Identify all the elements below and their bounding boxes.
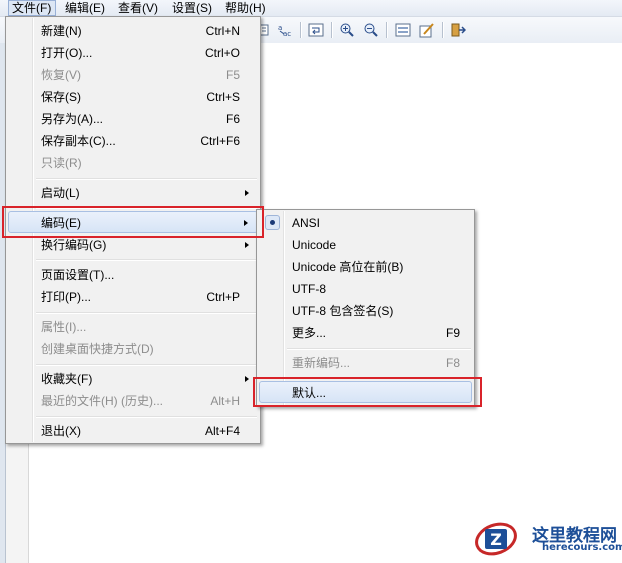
menu-item-label: 收藏夹(F) [41,372,93,386]
radio-checked-icon [265,215,280,230]
menu-item-label: 新建(N) [41,24,82,38]
menu-item-label: 页面设置(T)... [41,268,115,282]
menu-item-label: UTF-8 包含签名(S) [292,304,394,318]
menu-item-label: UTF-8 [292,282,326,296]
menu-item-label: 退出(X) [41,424,81,438]
menu-item-label: 打印(P)... [41,290,91,304]
menu-item-shortcut: Ctrl+P [206,290,240,304]
menu-item-open[interactable]: 打开(O)... Ctrl+O [8,42,258,64]
menu-item-label: 保存副本(C)... [41,134,116,148]
menu-item-label: 打开(O)... [41,46,93,60]
menu-separator [36,259,257,261]
submenu-arrow-icon [245,242,249,248]
menu-separator [36,312,257,314]
menu-item-label: 另存为(A)... [41,112,103,126]
submenu-arrow-icon [245,190,249,196]
toolbar-separator [386,22,388,38]
menu-item-unicode[interactable]: Unicode [259,234,472,256]
menu-item-unicode-be[interactable]: Unicode 高位在前(B) [259,256,472,278]
menu-item-shortcut: F9 [445,326,460,340]
word-wrap-icon[interactable] [307,21,325,39]
menu-item-label: 属性(I)... [41,320,87,334]
menu-item-utf8-bom[interactable]: UTF-8 包含签名(S) [259,300,472,322]
menu-item-properties: 属性(I)... [8,316,258,338]
watermark: Z 这里教程网 herecours.com [474,517,622,563]
menu-item-label: 恢复(V) [41,68,81,82]
menu-settings[interactable]: 设置(S) [169,0,215,16]
scheme-icon[interactable] [394,21,412,39]
menu-item-shortcut: Alt+F4 [204,424,240,438]
menu-item-read-only: 只读(R) [8,152,258,174]
menu-item-page-setup[interactable]: 页面设置(T)... [8,264,258,286]
submenu-arrow-icon [245,376,249,382]
menu-edit[interactable]: 编辑(E) [62,0,108,16]
toolbar-separator [331,22,333,38]
highlight-box-encoding [2,206,264,238]
menu-item-shortcut: F5 [225,68,240,82]
menu-item-label: Unicode [292,238,337,252]
menu-item-save-copy[interactable]: 保存副本(C)... Ctrl+F6 [8,130,258,152]
menu-item-utf8[interactable]: UTF-8 [259,278,472,300]
menu-bar: 文件(F) 编辑(E) 查看(V) 设置(S) 帮助(H) [0,0,622,17]
menu-view[interactable]: 查看(V) [115,0,161,16]
menu-item-exit[interactable]: 退出(X) Alt+F4 [8,420,258,442]
menu-item-shortcut: F6 [225,112,240,126]
menu-item-shortcut: F8 [445,356,460,370]
menu-item-label: Unicode 高位在前(B) [292,260,404,274]
menu-item-ansi[interactable]: ANSI [259,212,472,234]
svg-text:ac: ac [283,30,291,38]
menu-item-shortcut: Ctrl+F6 [200,134,240,148]
menu-item-label: 更多... [292,326,327,340]
exit-icon[interactable] [449,21,467,39]
watermark-url: herecours.com [542,542,622,553]
toolbar-separator [300,22,302,38]
menu-item-revert: 恢复(V) F5 [8,64,258,86]
menu-item-shortcut: Ctrl+N [205,24,240,38]
menu-item-launch[interactable]: 启动(L) [8,182,258,204]
menu-separator [287,348,471,350]
replace-icon[interactable]: a ac [276,21,294,39]
svg-text:Z: Z [490,530,502,549]
svg-text:a: a [278,24,282,32]
menu-item-new[interactable]: 新建(N) Ctrl+N [8,20,258,42]
menu-separator [36,364,257,366]
menu-item-recent-files: 最近的文件(H) (历史)... Alt+H [8,390,258,412]
menu-item-favorites[interactable]: 收藏夹(F) [8,368,258,390]
menu-item-label: 创建桌面快捷方式(D) [41,342,154,356]
menu-item-recode: 重新编码... F8 [259,352,472,374]
menu-item-create-shortcut: 创建桌面快捷方式(D) [8,338,258,360]
menu-help[interactable]: 帮助(H) [222,0,269,16]
menu-item-shortcut: Ctrl+O [204,46,240,60]
menu-separator [36,416,257,418]
watermark-logo-icon: Z [475,522,517,556]
zoom-in-icon[interactable] [338,21,356,39]
menu-item-label: 保存(S) [41,90,81,104]
menu-item-label: 只读(R) [41,156,82,170]
highlight-box-default [253,377,482,407]
menu-item-shortcut: Ctrl+S [206,90,240,104]
menu-item-label: ANSI [292,216,321,230]
customize-scheme-icon[interactable] [418,21,436,39]
toolbar-separator [442,22,444,38]
menu-item-label: 重新编码... [292,356,351,370]
zoom-out-icon[interactable] [362,21,380,39]
menu-item-more-encodings[interactable]: 更多... F9 [259,322,472,344]
menu-item-print[interactable]: 打印(P)... Ctrl+P [8,286,258,308]
menu-item-label: 最近的文件(H) (历史)... [41,394,163,408]
menu-item-label: 启动(L) [41,186,80,200]
menu-separator [36,178,257,180]
menu-item-shortcut: Alt+H [210,394,240,408]
menu-item-save[interactable]: 保存(S) Ctrl+S [8,86,258,108]
menu-file[interactable]: 文件(F) [8,0,56,16]
menu-item-save-as[interactable]: 另存为(A)... F6 [8,108,258,130]
